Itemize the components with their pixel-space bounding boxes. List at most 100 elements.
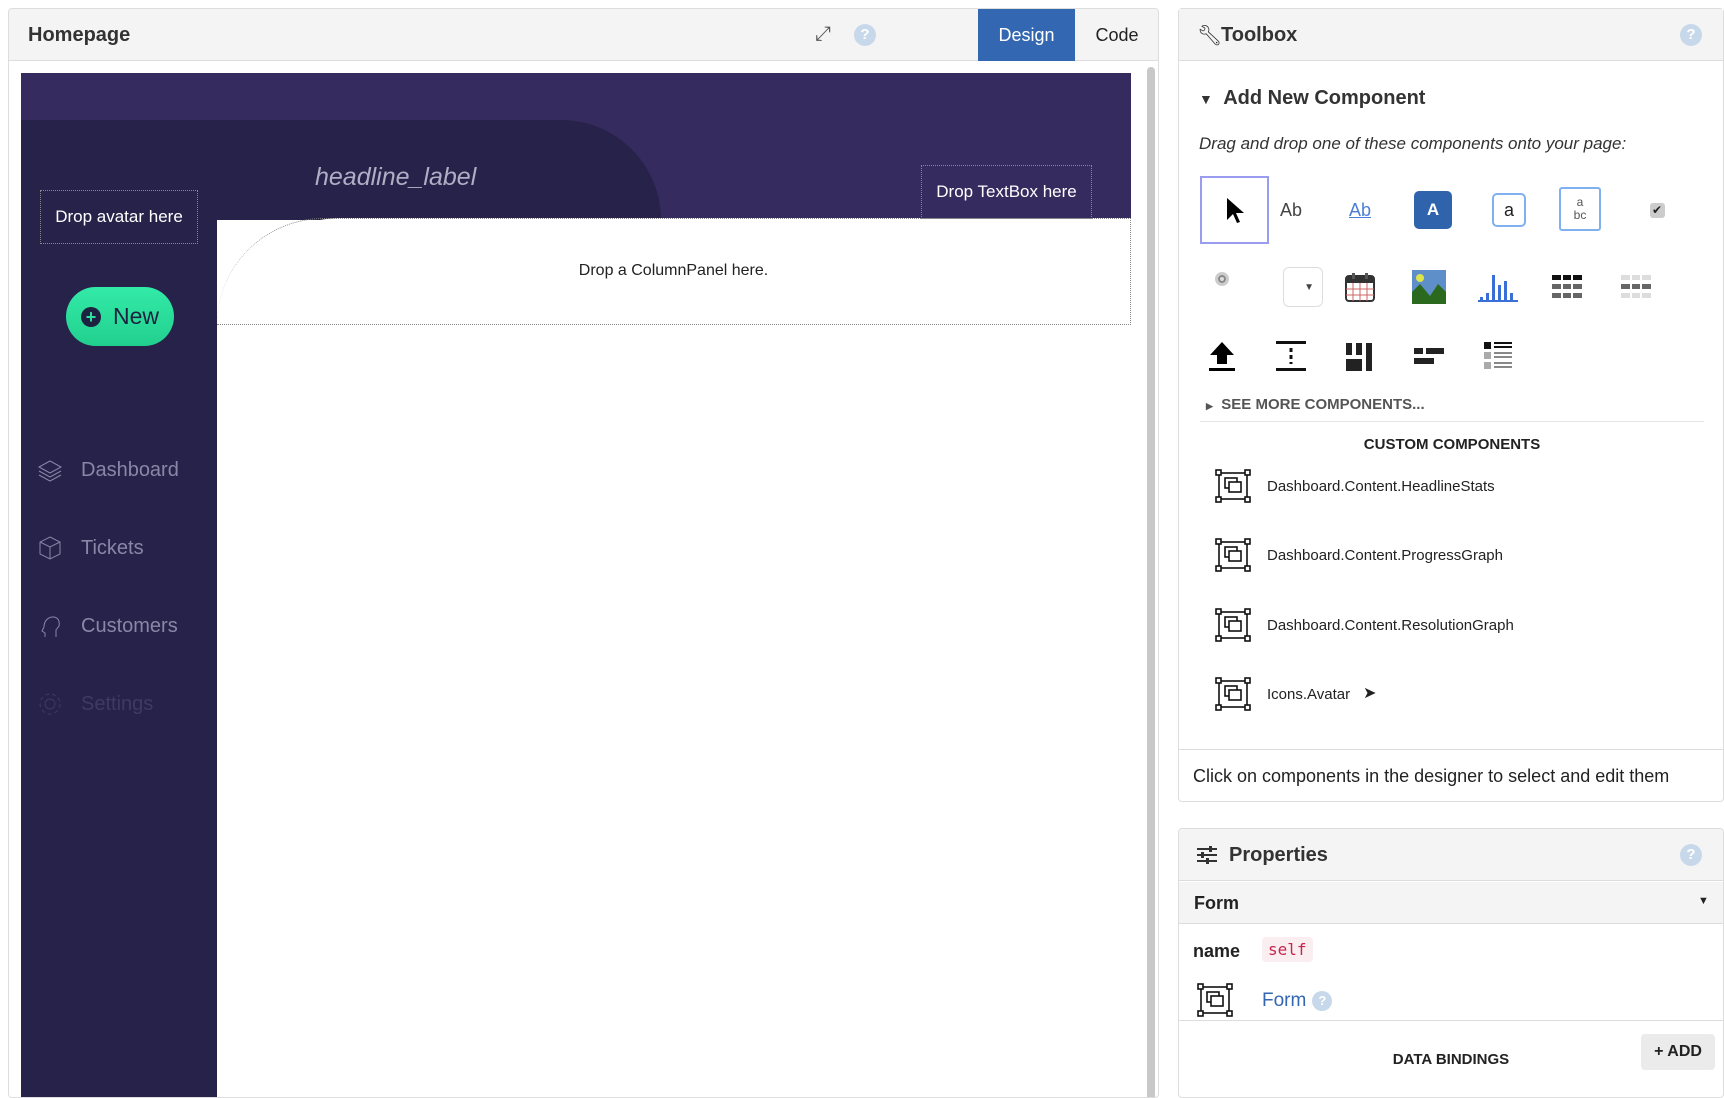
image-component[interactable] [1394,260,1464,314]
bar-chart-icon [1478,275,1518,302]
list-icon [1484,342,1512,369]
layers-icon [37,460,63,482]
label-icon: Ab [1279,199,1303,220]
help-icon[interactable]: ? [854,24,876,46]
spacer-component[interactable] [1256,329,1326,383]
flowpanel-component[interactable] [1394,329,1464,383]
properties-title: Properties [1229,844,1328,866]
tab-code[interactable]: Code [1075,9,1158,61]
help-icon[interactable]: ? [1680,24,1702,46]
plus-circle-icon: + [80,306,101,327]
textarea-component[interactable]: a bc [1559,187,1601,231]
datepicker-component[interactable] [1325,260,1395,314]
custom-component-item[interactable]: Dashboard.Content.ProgressGraph [1215,538,1503,572]
nav-label: Dashboard [81,458,179,481]
expand-icon[interactable]: ⤢ [815,23,831,46]
upload-icon [1209,342,1235,371]
properties-header: Properties ? [1179,829,1723,881]
nav-label: Settings [81,692,154,715]
fileloader-component[interactable] [1187,329,1257,383]
see-more-label: SEE MORE COMPONENTS... [1221,396,1425,413]
component-frame-icon [1215,469,1251,503]
toolbox-description: Drag and drop one of these components on… [1199,134,1627,153]
see-more-components[interactable]: ▶ SEE MORE COMPONENTS... [1206,396,1425,413]
spacer-icon [1276,341,1306,371]
dropdown-component[interactable]: ▼ [1283,267,1323,307]
properties-panel: Properties ? Form ▼ name self Form? DATA… [1178,828,1724,1098]
custom-component-item[interactable]: Dashboard.Content.ResolutionGraph [1215,608,1514,642]
grid-icon [1552,272,1582,302]
designer-panel: Homepage ⤢ ? Design Code Drop a ColumnPa… [8,8,1159,1098]
headline-label[interactable]: headline_label [315,163,476,192]
nav-item-tickets[interactable]: Tickets [37,535,144,561]
nav-item-dashboard[interactable]: Dashboard [37,457,179,483]
wrench-icon: 🔧︎ [1197,25,1223,47]
drop-columnpanel[interactable]: Drop a ColumnPanel here. [217,218,1131,325]
repeating-panel-component[interactable] [1601,260,1671,314]
datagrid-component[interactable] [1532,260,1602,314]
page-title: Homepage [28,24,131,46]
plot-component[interactable] [1463,260,1533,314]
button-component[interactable]: A [1414,191,1452,229]
custom-component-item[interactable]: Icons.Avatar [1215,677,1350,711]
link-component[interactable]: Ab [1325,183,1395,237]
textbox-icon: a [1503,199,1514,220]
tab-design[interactable]: Design [978,9,1075,61]
linearpanel-component[interactable] [1463,329,1533,383]
nav-item-customers[interactable]: Customers [37,613,178,639]
box-icon [39,536,61,560]
toolbox-panel: 🔧︎ Toolbox ? ▼ Add New Component Drag an… [1178,8,1724,802]
custom-component-label: Icons.Avatar [1267,685,1351,703]
design-canvas[interactable]: Drop a ColumnPanel here. headline_label … [21,73,1131,1097]
drop-textbox[interactable]: Drop TextBox here [921,165,1092,219]
custom-component-label: Dashboard.Content.ProgressGraph [1267,546,1503,564]
flowpanel-icon [1414,348,1444,364]
custom-component-label: Dashboard.Content.HeadlineStats [1267,477,1495,495]
repeating-panel-icon [1621,272,1651,302]
component-frame-icon [1197,983,1233,1017]
radio-icon [1215,272,1229,286]
divider [1179,1020,1723,1021]
add-component-toggle[interactable]: ▼ Add New Component [1199,87,1425,110]
caret-down-icon: ▼ [1698,895,1709,907]
divider [1200,421,1704,422]
component-frame-icon [1215,538,1251,572]
calendar-icon [1345,273,1375,302]
toolbox-title: Toolbox [1221,24,1298,46]
caret-right-icon: ▶ [1206,401,1213,411]
custom-components-header: CUSTOM COMPONENTS [1363,436,1541,453]
help-icon[interactable]: ? [1680,844,1702,866]
gear-icon [39,693,61,715]
name-value[interactable]: self [1262,937,1313,962]
new-button[interactable]: + New [66,287,174,346]
checkbox-icon: ✔ [1649,202,1665,218]
divider [1179,749,1723,750]
new-button-label: New [112,303,159,329]
designer-header: Homepage ⤢ ? Design Code [9,9,1158,61]
mouse-cursor-icon: ➤ [1363,685,1377,702]
textarea-icon-text: bc [1573,208,1587,222]
caret-down-icon: ▼ [1199,91,1213,107]
textbox-component[interactable]: a [1492,193,1526,227]
head-icon [41,616,60,637]
component-selector-value: Form [1194,893,1239,913]
toolbox-footer: Click on components in the designer to s… [1193,766,1670,786]
sidebar [21,218,217,1097]
pointer-icon [1226,198,1244,223]
columnpanel-component[interactable] [1325,329,1395,383]
form-docs-link[interactable]: Form? [1262,990,1333,1012]
content-area [217,218,1131,1097]
custom-component-item[interactable]: Dashboard.Content.HeadlineStats [1215,469,1495,503]
checkbox-component[interactable]: ✔ [1622,183,1692,237]
component-selector[interactable]: Form ▼ [1179,882,1723,924]
radio-component[interactable] [1187,252,1257,306]
drop-avatar[interactable]: Drop avatar here [40,190,198,244]
image-icon [1412,270,1446,304]
dropdown-icon: ▼ [1304,281,1314,293]
button-icon: A [1426,200,1440,219]
scrollbar[interactable] [1147,67,1155,1097]
nav-item-settings[interactable]: Settings [37,691,153,717]
label-component[interactable]: Ab [1256,183,1326,237]
custom-component-label: Dashboard.Content.ResolutionGraph [1267,616,1514,634]
add-binding-button[interactable]: + ADD [1641,1034,1715,1070]
